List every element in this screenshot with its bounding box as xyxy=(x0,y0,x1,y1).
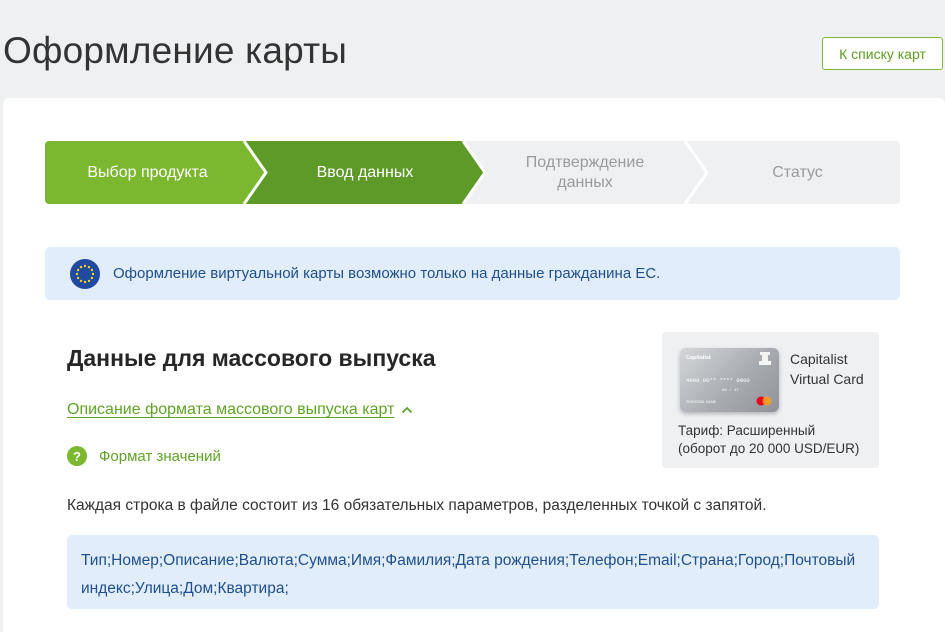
card-artwork: Capitalist 4000 00** **** 0000 04 / 27 P… xyxy=(686,352,772,406)
page-title: Оформление карты xyxy=(3,30,348,71)
chevron-up-icon xyxy=(401,401,413,419)
value-format-label: Формат значений xyxy=(99,447,221,465)
question-icon: ? xyxy=(67,446,87,466)
step-select-product[interactable]: Выбор продукта xyxy=(45,141,250,204)
card-logo-icon xyxy=(759,352,771,365)
alert-text: Оформление виртуальной карты возможно то… xyxy=(113,265,661,282)
eu-citizen-alert: Оформление виртуальной карты возможно то… xyxy=(45,247,900,300)
format-description: Каждая строка в файле состоит из 16 обяз… xyxy=(67,497,767,514)
step-enter-data[interactable]: Ввод данных xyxy=(260,141,470,204)
value-format-toggle[interactable]: ? Формат значений xyxy=(67,446,221,466)
tariff-info: Тариф: Расширенный (оборот до 20 000 USD… xyxy=(678,422,878,458)
format-string-box: Тип;Номер;Описание;Валюта;Сумма;Имя;Фами… xyxy=(67,535,879,609)
back-to-cards-button[interactable]: К списку карт xyxy=(822,37,943,70)
card-holder: PERSONAL NAME xyxy=(686,400,717,404)
mastercard-icon xyxy=(756,396,772,406)
progress-stepper: Выбор продукта Ввод данных Подтверждение… xyxy=(45,141,900,204)
tariff-name: Тариф: Расширенный xyxy=(678,423,816,438)
card-image: Capitalist 4000 00** **** 0000 04 / 27 P… xyxy=(680,348,779,412)
section-title: Данные для массового выпуска xyxy=(67,345,436,371)
product-summary: Capitalist 4000 00** **** 0000 04 / 27 P… xyxy=(662,332,879,468)
step-status: Статус xyxy=(772,163,823,181)
format-link-label: Описание формата массового выпуска карт xyxy=(67,401,395,418)
card-number: 4000 00** **** 0000 xyxy=(686,377,750,384)
card-brand: Capitalist xyxy=(686,355,711,361)
tariff-turnover: (оборот до 20 000 USD/EUR) xyxy=(678,441,860,456)
product-name: Capitalist Virtual Card xyxy=(790,351,864,387)
step-confirm-data: Подтверждение данных xyxy=(525,153,645,191)
card-expiry: 04 / 27 xyxy=(722,388,739,393)
format-description-link[interactable]: Описание формата массового выпуска карт xyxy=(67,401,413,419)
eu-flag-icon xyxy=(70,258,100,289)
